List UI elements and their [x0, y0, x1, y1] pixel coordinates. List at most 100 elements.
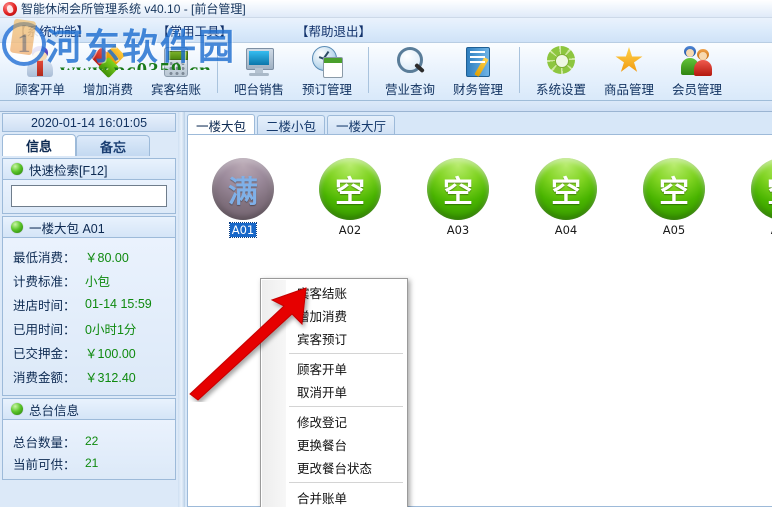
finance-management-icon	[461, 45, 495, 78]
context-menu-item-guest-checkout[interactable]: 宾客结账	[261, 281, 407, 304]
table-info-header: 一楼大包 A01	[2, 216, 176, 238]
table-item-a05[interactable]: 空 A05	[637, 158, 711, 237]
info-row: 已交押金： ￥100.00	[13, 340, 169, 364]
quick-search-body	[2, 180, 176, 214]
toolbar-button-finance-management[interactable]: 财务管理	[444, 43, 512, 99]
toolbar-label: 顾客开单	[14, 83, 65, 97]
reservation-management-icon	[310, 45, 344, 78]
system-settings-icon	[544, 45, 578, 78]
front-desk-info-header: 总台信息	[2, 398, 176, 420]
toolbar-label: 增加消费	[82, 83, 133, 97]
toolbar-button-guest-checkout[interactable]: 宾客结账	[142, 43, 210, 99]
info-key: 当前可供：	[13, 457, 76, 472]
toolbar-bottom-band	[0, 101, 772, 112]
customer-order-icon	[23, 45, 57, 78]
tab-floor1-hall[interactable]: 一楼大厅	[327, 115, 396, 135]
bar-sales-icon	[242, 45, 276, 78]
front-desk-info-title: 总台信息	[29, 403, 80, 418]
toolbar-button-system-settings[interactable]: 系统设置	[527, 43, 595, 99]
quick-search-title: 快速检索[F12]	[29, 163, 108, 178]
context-menu-item-customer-order[interactable]: 顾客开单	[261, 357, 407, 380]
context-menu-item-cancel-order[interactable]: 取消开单	[261, 380, 407, 403]
green-dot-icon	[11, 221, 23, 233]
menu-item-help-exit[interactable]: 【帮助退出】	[290, 19, 377, 42]
guest-checkout-icon	[159, 45, 193, 78]
toolbar-separator	[368, 47, 369, 93]
table-name-label: A01	[228, 222, 258, 238]
toolbar-button-member-management[interactable]: 会员管理	[663, 43, 731, 99]
table-info-body: 最低消费： ￥80.00 计费标准： 小包 进店时间： 01-14 15:59 …	[2, 238, 176, 396]
toolbar-label: 预订管理	[301, 83, 352, 97]
context-menu-item-guest-reservation[interactable]: 宾客预订	[261, 327, 407, 350]
table-context-menu: 宾客结账 增加消费 宾客预订 顾客开单 取消开单 修改登记 更换餐台 更改餐台状…	[260, 278, 408, 507]
table-name-label: A04	[554, 223, 578, 237]
toolbar-button-business-query[interactable]: 营业查询	[376, 43, 444, 99]
business-query-icon	[393, 45, 427, 78]
toolbar-button-reservation-management[interactable]: 预订管理	[293, 43, 361, 99]
front-desk-info-body: 总台数量： 22 当前可供： 21	[2, 420, 176, 480]
table-item-a03[interactable]: 空 A03	[421, 158, 495, 237]
info-value: 21	[85, 456, 99, 470]
context-menu-separator	[289, 353, 403, 354]
quick-search-header: 快速检索[F12]	[2, 158, 176, 180]
info-key: 已用时间：	[13, 322, 76, 337]
info-key: 进店时间：	[13, 298, 76, 313]
main-area: 2020-01-14 16:01:05 信息 备忘 快速检索[F12] 一楼大包…	[0, 112, 772, 507]
toolbar-button-bar-sales[interactable]: 吧台销售	[225, 43, 293, 99]
toolbar-label: 吧台销售	[233, 83, 284, 97]
info-value: ￥80.00	[85, 250, 129, 265]
context-menu-item-change-table-status[interactable]: 更改餐台状态	[261, 456, 407, 479]
table-status-circle: 满	[212, 158, 274, 220]
info-value: 01-14 15:59	[85, 297, 152, 311]
info-value: 0小时1分	[85, 322, 137, 337]
floor-tabs: 一楼大包 二楼小包 一楼大厅	[187, 114, 396, 135]
table-item-a04[interactable]: 空 A04	[529, 158, 603, 237]
table-name-label: A05	[662, 223, 686, 237]
menu-bar: 【系统功能】 【常用工具】 【帮助退出】	[0, 18, 772, 43]
context-menu-item-modify-registration[interactable]: 修改登记	[261, 410, 407, 433]
info-key: 消费金额：	[13, 370, 76, 385]
green-dot-icon	[11, 163, 23, 175]
context-menu-separator	[289, 406, 403, 407]
tab-floor2-small-room[interactable]: 二楼小包	[257, 115, 326, 135]
info-key: 计费标准：	[13, 274, 76, 289]
context-menu-item-change-table[interactable]: 更换餐台	[261, 433, 407, 456]
tab-memo[interactable]: 备忘	[76, 135, 150, 156]
toolbar-button-add-consumption[interactable]: 增加消费	[74, 43, 142, 99]
app-logo-icon	[3, 1, 17, 16]
table-info-title: 一楼大包 A01	[29, 221, 105, 236]
info-key: 已交押金：	[13, 346, 76, 361]
table-item-a01[interactable]: 满 A01	[206, 158, 280, 238]
toolbar-button-customer-order[interactable]: 顾客开单	[6, 43, 74, 99]
menu-item-system-functions[interactable]: 【系统功能】	[8, 19, 95, 42]
window-title: 智能休闲会所管理系统 v40.10 - [前台管理]	[21, 2, 246, 16]
left-info-panel: 2020-01-14 16:01:05 信息 备忘 快速检索[F12] 一楼大包…	[0, 112, 178, 507]
table-status-circle: 空	[643, 158, 705, 220]
context-menu-item-merge-bill[interactable]: 合并账单	[261, 486, 407, 507]
info-value: ￥100.00	[85, 346, 136, 361]
toolbar-label: 营业查询	[384, 83, 435, 97]
panel-splitter[interactable]	[178, 112, 185, 507]
info-key: 最低消费：	[13, 250, 76, 265]
tab-floor1-big-room[interactable]: 一楼大包	[187, 114, 256, 135]
add-consumption-icon	[90, 44, 126, 79]
table-name-label: A02	[338, 223, 362, 237]
toolbar-label: 会员管理	[671, 83, 722, 97]
table-status-circle: 空	[751, 158, 772, 220]
menu-item-common-tools[interactable]: 【常用工具】	[151, 19, 238, 42]
table-status-circle: 空	[319, 158, 381, 220]
left-panel-tabs: 信息 备忘	[2, 134, 176, 156]
toolbar-button-product-management[interactable]: 商品管理	[595, 43, 663, 99]
table-name-label: A03	[446, 223, 470, 237]
toolbar-label: 商品管理	[603, 83, 654, 97]
table-status-circle: 空	[427, 158, 489, 220]
context-menu-item-add-consumption[interactable]: 增加消费	[261, 304, 407, 327]
info-row: 当前可供： 21	[13, 452, 169, 474]
info-value: 22	[85, 434, 99, 448]
table-item-a06[interactable]: 空 A06	[745, 158, 772, 237]
toolbar-label: 财务管理	[452, 83, 503, 97]
search-input[interactable]	[11, 185, 167, 207]
info-row: 计费标准： 小包	[13, 268, 169, 292]
table-item-a02[interactable]: 空 A02	[313, 158, 387, 237]
tab-info[interactable]: 信息	[2, 134, 76, 156]
